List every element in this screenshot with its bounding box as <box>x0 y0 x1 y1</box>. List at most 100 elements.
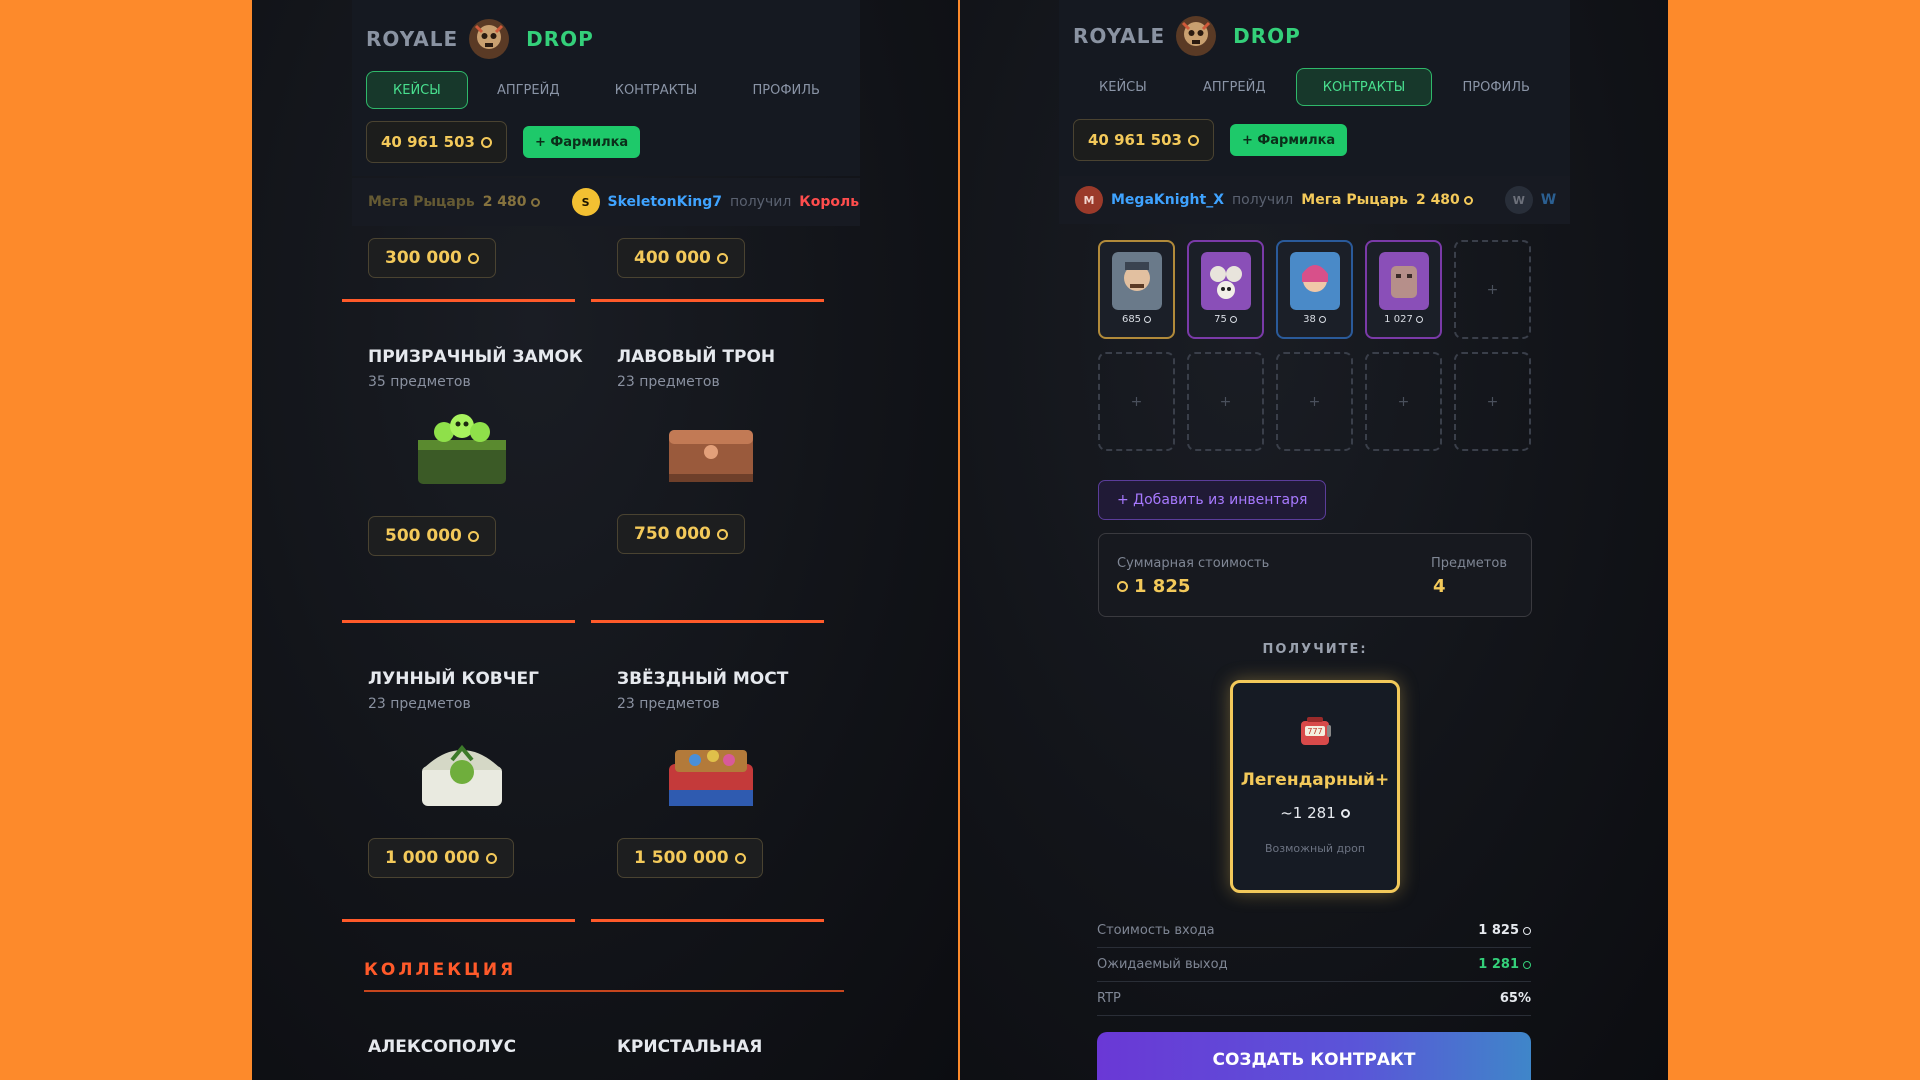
moon-ark-chest-icon <box>422 744 502 806</box>
collection-title: АЛЕКСОПОЛУС <box>368 1037 517 1057</box>
reward-value: ~1 281 <box>1233 804 1397 822</box>
stat-row: Ожидаемый выход 1 281 <box>1097 948 1531 982</box>
stat-row: RTP 65% <box>1097 982 1531 1016</box>
case-card[interactable]: ЗВЁЗДНЫЙ МОСТ 23 предметов 1 500 000 <box>617 668 851 878</box>
collection-card[interactable]: КРИСТАЛЬНАЯ <box>617 1036 851 1058</box>
golem-card-icon <box>1379 252 1429 310</box>
items-count-value: 4 <box>1433 576 1446 597</box>
ticker-username[interactable]: SkeletonKing7 <box>608 194 722 210</box>
tab-cases[interactable]: КЕЙСЫ <box>366 71 468 109</box>
case-divider <box>591 620 824 623</box>
avatar: S <box>571 188 600 216</box>
case-card[interactable]: ЛУННЫЙ КОВЧЕГ 23 предметов 1 000 000 <box>368 668 602 878</box>
case-price: 300 000 <box>368 238 496 278</box>
case-card[interactable]: 400 000 <box>617 238 851 278</box>
ticker-prize-name: Мега Рыцарь <box>1301 192 1408 208</box>
logo[interactable]: ROYALE DROP <box>1073 11 1301 61</box>
ticker-prize-price: 2 480 <box>483 194 540 210</box>
balance-row: 40 961 503 + Фармилка <box>366 121 641 163</box>
ticker-item: M MegaKnight_X получил Мега Рыцарь 2 480 <box>1059 186 1489 214</box>
case-card[interactable]: ПРИЗРАЧНЫЙ ЗАМОК 35 предметов 500 000 <box>368 346 602 556</box>
sum-value-text: 1 825 <box>1134 576 1191 597</box>
slot-value: 38 <box>1278 314 1351 325</box>
tab-profile[interactable]: ПРОФИЛЬ <box>727 71 846 109</box>
stat-value-text: 1 281 <box>1478 957 1519 972</box>
case-title: ЗВЁЗДНЫЙ МОСТ <box>617 669 789 689</box>
case-count: 35 предметов <box>368 374 471 390</box>
slot-value: 75 <box>1189 314 1262 325</box>
coin-icon <box>1117 581 1128 592</box>
svg-text:777: 777 <box>1307 727 1322 736</box>
avatar: W <box>1504 186 1533 214</box>
ticker-prize-price: 2 480 <box>1416 192 1473 208</box>
knight-card-icon <box>1112 252 1162 310</box>
case-divider <box>591 919 824 922</box>
case-price: 1 000 000 <box>368 838 514 878</box>
avatar: M <box>1075 186 1103 214</box>
case-price-value: 1 000 000 <box>385 848 480 868</box>
section-divider <box>364 990 844 992</box>
ticker-verb: получил <box>730 194 792 210</box>
farm-button[interactable]: + Фармилка <box>1229 124 1348 156</box>
tab-cases[interactable]: КЕЙСЫ <box>1073 68 1173 106</box>
skeleton-army-card-icon <box>1201 252 1251 310</box>
stat-value: 1 281 <box>1478 957 1531 972</box>
contract-slot-empty[interactable]: + <box>1365 352 1442 451</box>
collection-card[interactable]: АЛЕКСОПОЛУС <box>368 1036 602 1058</box>
farm-button[interactable]: + Фармилка <box>522 126 641 158</box>
tab-contracts[interactable]: КОНТРАКТЫ <box>1295 68 1433 106</box>
slot-value-text: 38 <box>1303 314 1316 325</box>
logo[interactable]: ROYALE DROP <box>366 14 594 64</box>
sum-value: 1 825 <box>1117 576 1190 597</box>
tab-upgrade[interactable]: АПГРЕЙД <box>1177 68 1292 106</box>
main-tabs: КЕЙСЫ АПГРЕЙД КОНТРАКТЫ ПРОФИЛЬ <box>1073 68 1556 106</box>
ticker-price-value: 2 480 <box>1415 192 1460 208</box>
contract-summary: Суммарная стоимость 1 825 Предметов 4 <box>1098 533 1532 617</box>
create-contract-button[interactable]: СОЗДАТЬ КОНТРАКТ <box>1097 1032 1531 1080</box>
balance-value: 40 961 503 <box>381 133 475 151</box>
section-title-collection: КОЛЛЕКЦИЯ <box>364 960 517 980</box>
contract-slot-empty[interactable]: + <box>1098 352 1175 451</box>
logo-royale: ROYALE <box>366 27 459 51</box>
ticker-verb: получил <box>1231 192 1294 208</box>
case-card[interactable]: 300 000 <box>368 238 602 278</box>
logo-royale: ROYALE <box>1073 24 1166 48</box>
case-price: 1 500 000 <box>617 838 763 878</box>
tab-profile[interactable]: ПРОФИЛЬ <box>1437 68 1556 106</box>
case-price-value: 400 000 <box>634 248 711 268</box>
contract-slot-empty[interactable]: + <box>1454 240 1531 339</box>
stat-label: Ожидаемый выход <box>1097 957 1228 972</box>
coin-icon <box>1229 316 1237 323</box>
contract-slot-filled[interactable]: 685 <box>1098 240 1175 339</box>
reward-subtitle: Возможный дроп <box>1264 842 1366 855</box>
coin-icon <box>1523 960 1531 969</box>
tab-contracts[interactable]: КОНТРАКТЫ <box>589 71 724 109</box>
contract-slot-empty[interactable]: + <box>1454 352 1531 451</box>
coin-icon <box>1415 316 1423 323</box>
add-from-inventory-button[interactable]: + Добавить из инвентаря <box>1098 480 1327 520</box>
slot-value-text: 1 027 <box>1384 314 1413 325</box>
reward-title: Легендарный+ <box>1240 770 1390 790</box>
contract-slot-filled[interactable]: 1 027 <box>1365 240 1442 339</box>
balance-display[interactable]: 40 961 503 <box>1073 119 1214 161</box>
live-drops-ticker: M MegaKnight_X получил Мега Рыцарь 2 480… <box>1059 176 1570 224</box>
contract-slot-empty[interactable]: + <box>1276 352 1353 451</box>
ticker-item: Мега Рыцарь 2 480 <box>352 194 556 210</box>
ticker-username[interactable]: MegaKnight_X <box>1111 192 1224 208</box>
ticker-item: S SkeletonKing7 получил Король Ске <box>556 188 860 216</box>
balance-display[interactable]: 40 961 503 <box>366 121 507 163</box>
contract-slot-empty[interactable]: + <box>1187 352 1264 451</box>
slot-value-text: 685 <box>1121 314 1142 325</box>
case-card[interactable]: ЛАВОВЫЙ ТРОН 23 предметов 750 000 <box>617 346 851 554</box>
coin-icon <box>1340 808 1350 818</box>
contract-slot-filled[interactable]: 75 <box>1187 240 1264 339</box>
stat-label: Стоимость входа <box>1097 923 1215 938</box>
contract-slot-filled[interactable]: 38 <box>1276 240 1353 339</box>
logo-drop: DROP <box>1233 24 1301 48</box>
coin-icon <box>716 252 728 264</box>
contracts-screen: ROYALE DROP КЕЙСЫ АПГРЕЙД КОНТРАКТЫ ПРОФ… <box>960 0 1668 1080</box>
coin-icon <box>1463 195 1473 205</box>
tab-upgrade[interactable]: АПГРЕЙД <box>471 71 586 109</box>
ticker-username[interactable]: W <box>1541 192 1556 208</box>
case-divider <box>342 620 575 623</box>
